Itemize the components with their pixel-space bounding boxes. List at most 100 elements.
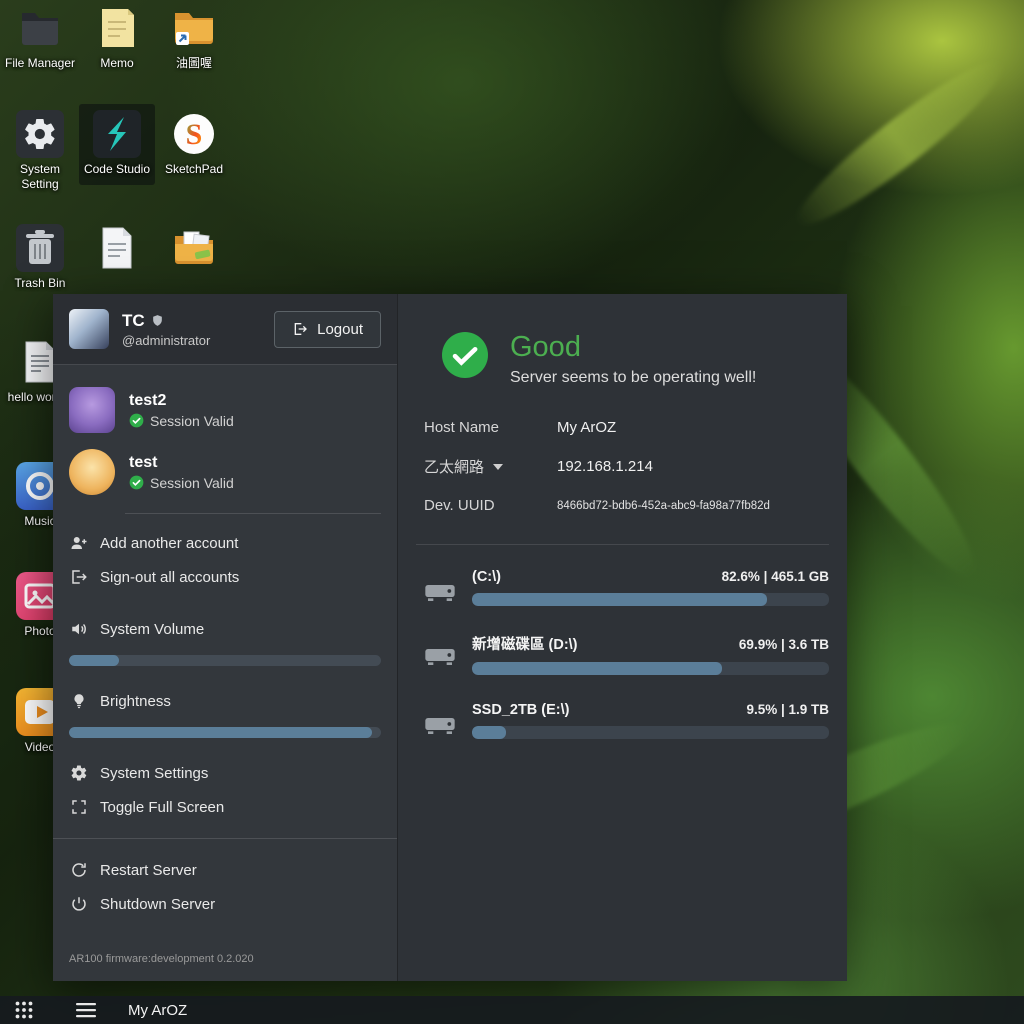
disk-usage-bar — [472, 726, 829, 739]
user-handle: @administrator — [122, 333, 274, 348]
user-menu-body: test2 Session Valid test Session Valid — [53, 365, 397, 981]
hamburger-icon — [76, 1002, 96, 1018]
desktop-icon-document[interactable] — [79, 224, 155, 276]
account-name: test — [129, 454, 234, 472]
disk-usage-fill — [472, 593, 767, 606]
disk-usage-bar — [472, 662, 829, 675]
desktop-icon-file-manager[interactable]: File Manager — [2, 4, 78, 71]
user-header: TC @administrator Logout — [53, 294, 397, 365]
brightness-group: Brightness — [69, 684, 381, 738]
divider — [53, 838, 397, 839]
fullscreen-icon — [70, 798, 88, 816]
logout-button[interactable]: Logout — [274, 311, 381, 348]
menu-item-signout-all[interactable]: Sign-out all accounts — [69, 560, 381, 594]
brightness-label-row: Brightness — [69, 684, 381, 718]
folder-shortcut-icon — [170, 4, 218, 52]
icon-label: Trash Bin — [2, 276, 78, 291]
sign-out-icon — [70, 568, 88, 586]
taskbar-title: My ArOZ — [128, 1002, 187, 1019]
system-popup-panel: TC @administrator Logout test2 — [53, 294, 847, 981]
info-row-network: 乙太網路 192.168.1.214 — [424, 456, 807, 477]
disk-name: 新增磁碟區 (D:\) — [472, 633, 578, 654]
status-message: Server seems to be operating well! — [510, 369, 756, 387]
network-dropdown[interactable]: 乙太網路 — [424, 456, 557, 477]
menu-button[interactable] — [62, 998, 110, 1022]
disk-stats: 9.5% | 1.9 TB — [746, 702, 829, 717]
logout-label: Logout — [317, 321, 363, 338]
menu-item-add-account[interactable]: Add another account — [69, 526, 381, 560]
disk-name: SSD_2TB (E:\) — [472, 702, 570, 718]
desktop-icon-shortcut-folder[interactable]: 油圖喔 — [156, 4, 232, 71]
icon-label: Code Studio — [79, 162, 155, 177]
menu-item-shutdown-server[interactable]: Shutdown Server — [69, 887, 381, 921]
uuid-value: 8466bd72-bdb6-452a-abc9-fa98a77fb82d — [557, 500, 770, 512]
menu-label: Sign-out all accounts — [100, 569, 239, 586]
info-row-hostname: Host Name My ArOZ — [424, 419, 807, 436]
menu-label: Restart Server — [100, 862, 197, 879]
disk-stats: 82.6% | 465.1 GB — [722, 569, 829, 584]
logout-icon — [292, 321, 308, 337]
desktop-icon-sketchpad[interactable]: S SketchPad — [156, 110, 232, 177]
user-menu-column: TC @administrator Logout test2 — [53, 294, 398, 981]
disk-row: 新增磁碟區 (D:\) 69.9% | 3.6 TB — [416, 633, 829, 675]
status-check-icon — [442, 332, 488, 378]
desktop-icon-code-studio[interactable]: Code Studio — [79, 104, 155, 185]
desktop-icon-memo[interactable]: Memo — [79, 4, 155, 71]
disk-row: SSD_2TB (E:\) 9.5% | 1.9 TB — [416, 702, 829, 739]
desktop-icon-folder-files[interactable] — [156, 224, 232, 276]
account-row[interactable]: test Session Valid — [69, 449, 381, 495]
hostname-value: My ArOZ — [557, 419, 616, 436]
disk-row: (C:\) 82.6% | 465.1 GB — [416, 569, 829, 606]
volume-slider[interactable] — [69, 655, 381, 666]
user-meta: TC @administrator — [122, 311, 274, 348]
disk-usage-bar — [472, 593, 829, 606]
hdd-icon — [424, 715, 456, 737]
volume-label-row: System Volume — [69, 612, 381, 646]
gear-icon — [70, 764, 88, 782]
brightness-slider[interactable] — [69, 727, 381, 738]
note-icon — [93, 4, 141, 52]
icon-label: 油圖喔 — [156, 56, 232, 71]
menu-item-restart-server[interactable]: Restart Server — [69, 853, 381, 887]
menu-item-toggle-fullscreen[interactable]: Toggle Full Screen — [69, 790, 381, 824]
session-status: Session Valid — [150, 475, 234, 491]
session-status: Session Valid — [150, 413, 234, 429]
disk-usage-fill — [472, 662, 722, 675]
gear-icon — [16, 110, 64, 158]
account-avatar — [69, 449, 115, 495]
account-row[interactable]: test2 Session Valid — [69, 387, 381, 433]
info-label: Dev. UUID — [424, 497, 557, 514]
shield-icon — [151, 314, 164, 327]
hdd-icon — [424, 582, 456, 604]
check-circle-icon — [129, 413, 144, 428]
desktop-icon-system-setting[interactable]: System Setting — [2, 110, 78, 192]
account-avatar — [69, 387, 115, 433]
username: TC — [122, 311, 145, 331]
status-title: Good — [510, 332, 756, 362]
disk-stats: 69.9% | 3.6 TB — [739, 637, 829, 652]
menu-label: Brightness — [100, 693, 171, 710]
foliage-decoration — [783, 45, 1016, 241]
menu-item-system-settings[interactable]: System Settings — [69, 756, 381, 790]
desktop: File Manager Memo 油圖喔 System Setting Cod… — [0, 0, 1024, 1024]
trash-icon — [16, 224, 64, 272]
app-grid-button[interactable] — [0, 996, 48, 1024]
brightness-fill — [69, 727, 372, 738]
ip-address-value: 192.168.1.214 — [557, 458, 653, 475]
firmware-version: AR100 firmware:development 0.2.020 — [69, 941, 381, 965]
user-avatar — [69, 309, 109, 349]
folder-icon — [16, 4, 64, 52]
server-status-column: Good Server seems to be operating well! … — [398, 294, 847, 981]
chevron-down-icon — [493, 464, 503, 470]
disk-name: (C:\) — [472, 569, 501, 585]
bulb-icon — [70, 692, 88, 710]
icon-label: File Manager — [2, 56, 78, 71]
account-name: test2 — [129, 392, 234, 410]
app-grid-icon — [14, 1000, 34, 1020]
document-icon — [93, 224, 141, 272]
menu-label: Toggle Full Screen — [100, 799, 224, 816]
menu-label: System Volume — [100, 621, 204, 638]
desktop-icon-trash[interactable]: Trash Bin — [2, 224, 78, 291]
disk-usage-fill — [472, 726, 506, 739]
icon-label: System Setting — [2, 162, 78, 192]
